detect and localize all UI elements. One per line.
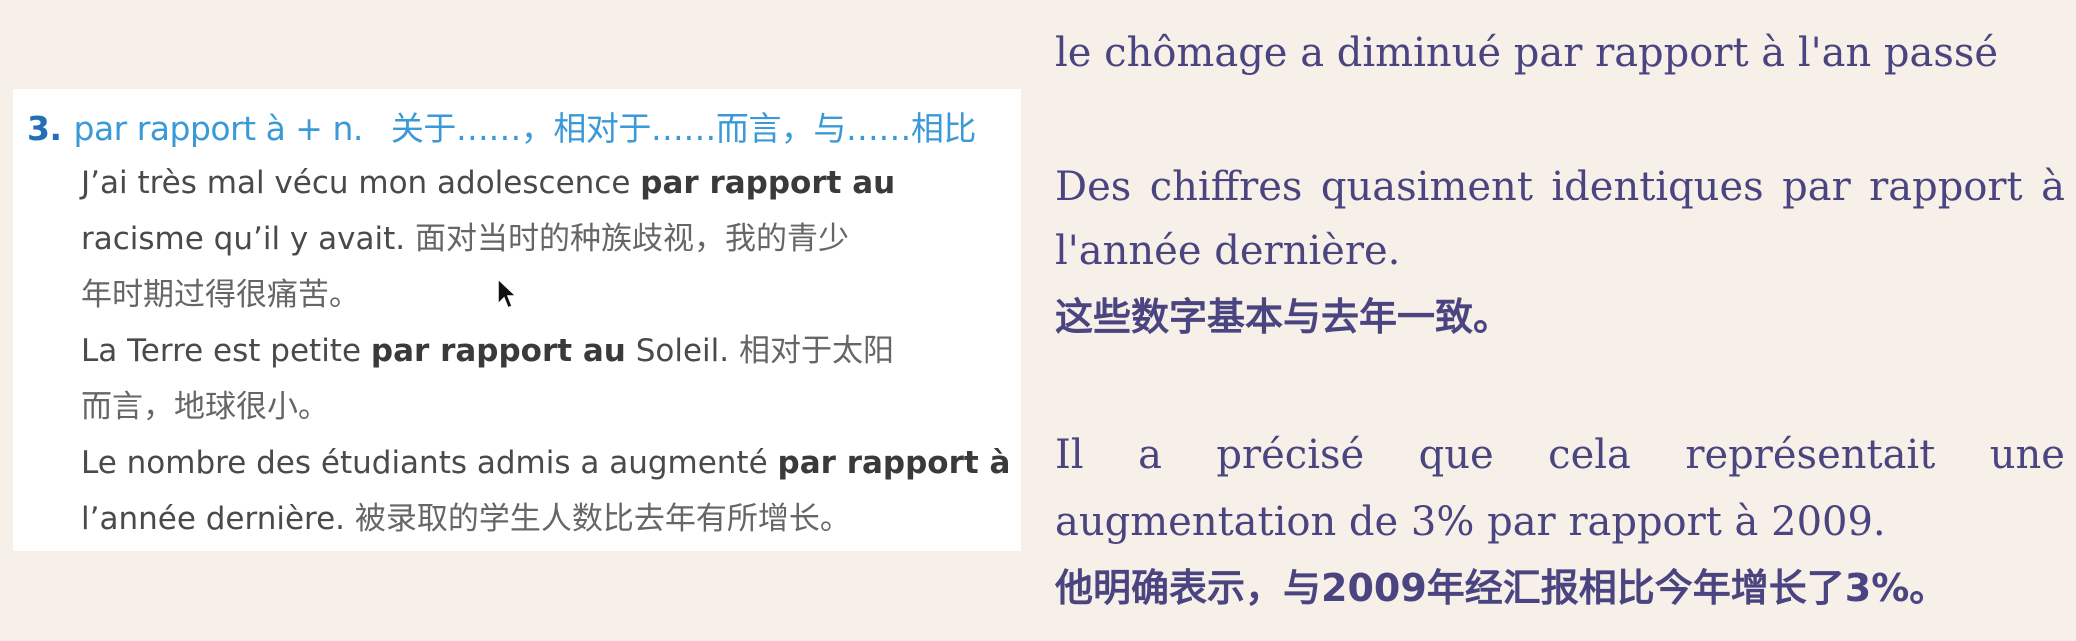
word: représentait bbox=[1685, 432, 1936, 478]
word: a bbox=[1138, 432, 1162, 478]
note-sentence-precise-line2: augmentation de 3% par rapport à 2009. bbox=[1055, 499, 1886, 545]
word: chiffres bbox=[1149, 164, 1303, 210]
example-line: racisme qu’il y avait. 面对当时的种族歧视，我的青少 bbox=[81, 211, 849, 267]
chinese-translation: 被录取的学生人数比去年有所增长。 bbox=[354, 501, 851, 537]
chinese-translation: 年时期过得很痛苦。 bbox=[81, 277, 360, 313]
example-text: La Terre est petite bbox=[81, 333, 371, 369]
word: cela bbox=[1548, 432, 1631, 478]
textbook-excerpt-card: 3. par rapport à + n. 关于……，相对于……而言，与……相比 J… bbox=[13, 89, 1021, 551]
example-line: Le nombre des étudiants admis a augmenté… bbox=[81, 435, 1010, 491]
word: quasiment bbox=[1320, 164, 1533, 210]
note-translation-chiffres: 这些数字基本与去年一致。 bbox=[1055, 295, 1512, 339]
highlighted-phrase: par rapport au bbox=[640, 165, 896, 201]
word: Des bbox=[1055, 164, 1132, 210]
word: que bbox=[1418, 432, 1494, 478]
word: précisé bbox=[1216, 432, 1365, 478]
chinese-translation: 相对于太阳 bbox=[738, 333, 894, 369]
example-line: l’année dernière. 被录取的学生人数比去年有所增长。 bbox=[81, 491, 851, 547]
mouse-pointer-icon bbox=[497, 277, 518, 310]
example-line: 年时期过得很痛苦。 bbox=[81, 267, 360, 323]
example-line: 而言，地球很小。 bbox=[81, 379, 329, 435]
word: Il bbox=[1055, 432, 1084, 478]
example-line: J’ai très mal vécu mon adolescence par r… bbox=[81, 155, 895, 211]
example-text: Soleil. bbox=[625, 333, 739, 369]
entry-number: 3. bbox=[27, 109, 62, 148]
word: par bbox=[1782, 164, 1851, 210]
chinese-translation: 面对当时的种族歧视，我的青少 bbox=[414, 221, 849, 257]
note-sentence-chiffres-line2: l'année dernière. bbox=[1055, 228, 1401, 274]
note-translation-precise: 他明确表示，与2009年经汇报相比今年增长了3%。 bbox=[1055, 566, 1948, 610]
note-sentence-chomage: le chômage a diminué par rapport à l'an … bbox=[1055, 30, 1999, 76]
highlighted-phrase: par rapport au bbox=[370, 333, 626, 369]
word: une bbox=[1989, 432, 2065, 478]
example-text: Le nombre des étudiants admis a augmenté bbox=[81, 445, 778, 481]
entry-heading: 3. par rapport à + n. 关于……，相对于……而言，与……相比 bbox=[27, 107, 976, 151]
example-line: La Terre est petite par rapport au Solei… bbox=[81, 323, 894, 379]
word: rapport bbox=[1869, 164, 2023, 210]
entry-phrase: par rapport à + n. bbox=[73, 109, 364, 148]
word: à bbox=[2041, 164, 2065, 210]
entry-chinese-gloss: 关于……，相对于……而言，与……相比 bbox=[390, 109, 977, 148]
chinese-translation: 而言，地球很小。 bbox=[81, 389, 329, 425]
note-sentence-precise-line1: Il a précisé que cela représentait une bbox=[1055, 430, 2065, 480]
example-text: l’année dernière. bbox=[81, 501, 355, 537]
example-text: racisme qu’il y avait. bbox=[81, 221, 415, 257]
example-text: J’ai très mal vécu mon adolescence bbox=[81, 165, 641, 201]
word: identiques bbox=[1551, 164, 1764, 210]
note-sentence-chiffres-line1: Des chiffres quasiment identiques par rapport… bbox=[1055, 162, 2065, 212]
highlighted-phrase: par rapport à bbox=[777, 445, 1011, 481]
